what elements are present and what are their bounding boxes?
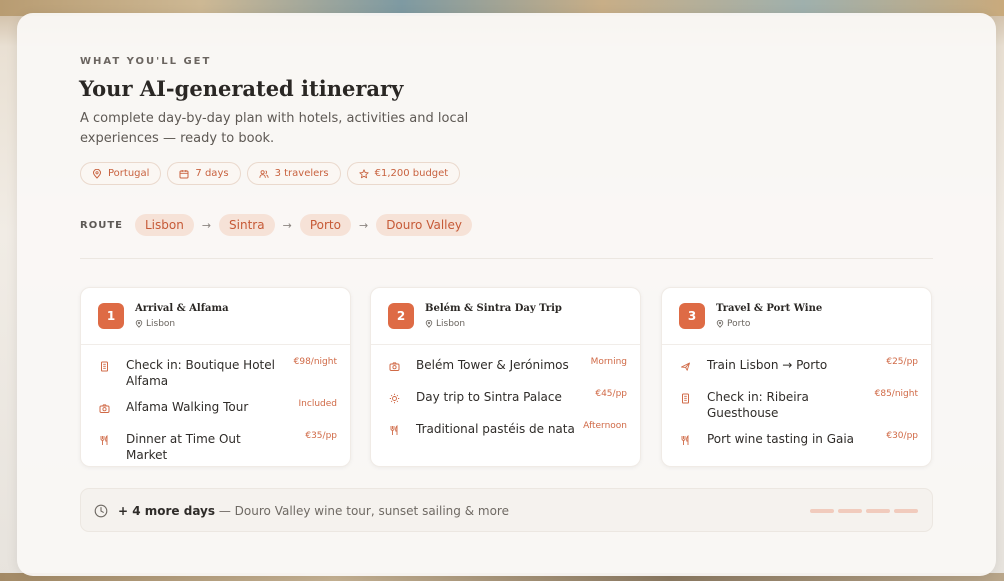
day-location-label: Lisbon	[436, 319, 466, 329]
placeholder-dot	[810, 509, 834, 513]
map-pin-icon	[425, 320, 433, 328]
section-divider	[80, 258, 933, 259]
day-number-badge: 2	[388, 303, 414, 329]
activity-text: Check in: Boutique Hotel Alfama	[126, 358, 275, 388]
plane-icon	[681, 362, 690, 371]
day-card-2[interactable]: 2 Belém & Sintra Day Trip Lisbon Belém T…	[370, 287, 641, 467]
itinerary-panel: WHAT YOU'LL GET Your AI-generated itiner…	[17, 13, 996, 576]
chip-travelers[interactable]: 3 travelers	[246, 162, 341, 185]
activity-text: Check in: Ribeira Guesthouse	[707, 390, 809, 420]
loading-placeholder-dots	[810, 509, 918, 513]
activity-text: Traditional pastéis de nata	[416, 422, 575, 436]
users-icon	[258, 169, 269, 178]
utensils-icon	[681, 435, 689, 445]
utensils-icon	[100, 435, 108, 445]
activity-price: €35/pp	[305, 431, 337, 441]
map-pin-icon	[135, 320, 143, 328]
day-location-label: Lisbon	[146, 319, 176, 329]
chip-destination-label: Portugal	[108, 168, 150, 179]
arrow-right-icon: →	[358, 218, 369, 232]
arrow-right-icon: →	[201, 218, 212, 232]
route-bar: ROUTE Lisbon → Sintra → Porto → Douro Va…	[80, 214, 472, 236]
day-number-badge: 1	[98, 303, 124, 329]
clock-icon	[94, 504, 108, 518]
day-location-label: Porto	[727, 319, 751, 329]
day-title: Arrival & Alfama	[135, 303, 229, 314]
day-card-3[interactable]: 3 Travel & Port Wine Porto Train Lisbon …	[661, 287, 932, 467]
day-card-header: 2 Belém & Sintra Day Trip Lisbon	[371, 288, 640, 345]
activity-text: Train Lisbon → Porto	[707, 358, 828, 372]
day-card-1[interactable]: 1 Arrival & Alfama Lisbon Check in: Bout…	[80, 287, 351, 467]
placeholder-dot	[838, 509, 862, 513]
day-card-header: 1 Arrival & Alfama Lisbon	[81, 288, 350, 345]
section-eyebrow: WHAT YOU'LL GET	[80, 56, 212, 67]
chip-budget-label: €1,200 budget	[374, 168, 449, 179]
activity-price: €45/pp	[595, 389, 627, 399]
chip-duration-label: 7 days	[195, 168, 229, 179]
activity-price: €30/pp	[886, 431, 918, 441]
placeholder-dot	[894, 509, 918, 513]
page-subtitle: A complete day-by-day plan with hotels, …	[80, 111, 469, 146]
day-number-badge: 3	[679, 303, 705, 329]
route-stop-sintra[interactable]: Sintra	[219, 214, 275, 236]
route-stop-douro-valley[interactable]: Douro Valley	[376, 214, 472, 236]
activity-price: Afternoon	[583, 421, 627, 431]
chip-budget[interactable]: €1,200 budget	[346, 162, 461, 185]
activity-price: €98/night	[293, 357, 337, 367]
more-days-count: + 4 more days	[118, 504, 216, 518]
hotel-icon	[101, 361, 108, 372]
chip-destination[interactable]: Portugal	[80, 162, 162, 185]
trip-summary-chips: Portugal 7 days 3 travelers €1,200 budge…	[80, 162, 461, 185]
hotel-icon	[682, 393, 689, 404]
placeholder-dot	[866, 509, 890, 513]
map-pin-icon	[716, 320, 724, 328]
more-days-bar[interactable]: + 4 more days — Douro Valley wine tour, …	[80, 488, 933, 532]
activity-text: Belém Tower & Jerónimos	[416, 358, 569, 372]
day-title: Belém & Sintra Day Trip	[425, 303, 562, 314]
calendar-icon	[179, 169, 189, 178]
chip-duration[interactable]: 7 days	[167, 162, 241, 185]
activity-price: Morning	[590, 357, 627, 367]
camera-icon	[99, 404, 110, 413]
activity-price: €85/night	[874, 389, 918, 399]
day-location: Lisbon	[425, 319, 465, 329]
day-card-header: 3 Travel & Port Wine Porto	[662, 288, 931, 345]
activity-price: €25/pp	[886, 357, 918, 367]
star-icon	[358, 168, 369, 178]
day-title: Travel & Port Wine	[716, 303, 823, 314]
activity-text: Port wine tasting in Gaia	[707, 432, 855, 446]
more-days-text: + 4 more days — Douro Valley wine tour, …	[118, 504, 509, 518]
activity-text: Dinner at Time Out Market	[126, 432, 241, 462]
activity-text: Alfama Walking Tour	[126, 400, 249, 414]
utensils-icon	[390, 425, 398, 435]
arrow-right-icon: →	[282, 218, 292, 232]
route-stop-porto[interactable]: Porto	[299, 214, 351, 236]
camera-icon	[389, 362, 400, 371]
day-location: Porto	[716, 319, 750, 329]
map-pin-icon	[92, 168, 102, 179]
route-label: ROUTE	[80, 219, 123, 231]
route-stop-lisbon[interactable]: Lisbon	[134, 214, 194, 236]
chip-travelers-label: 3 travelers	[274, 168, 329, 179]
page-title: Your AI-generated itinerary	[79, 76, 404, 101]
activity-price: Included	[298, 399, 337, 409]
more-days-description: — Douro Valley wine tour, sunset sailing…	[218, 504, 509, 518]
day-location: Lisbon	[135, 319, 175, 329]
activity-text: Day trip to Sintra Palace	[416, 390, 562, 404]
sun-icon	[389, 393, 400, 404]
